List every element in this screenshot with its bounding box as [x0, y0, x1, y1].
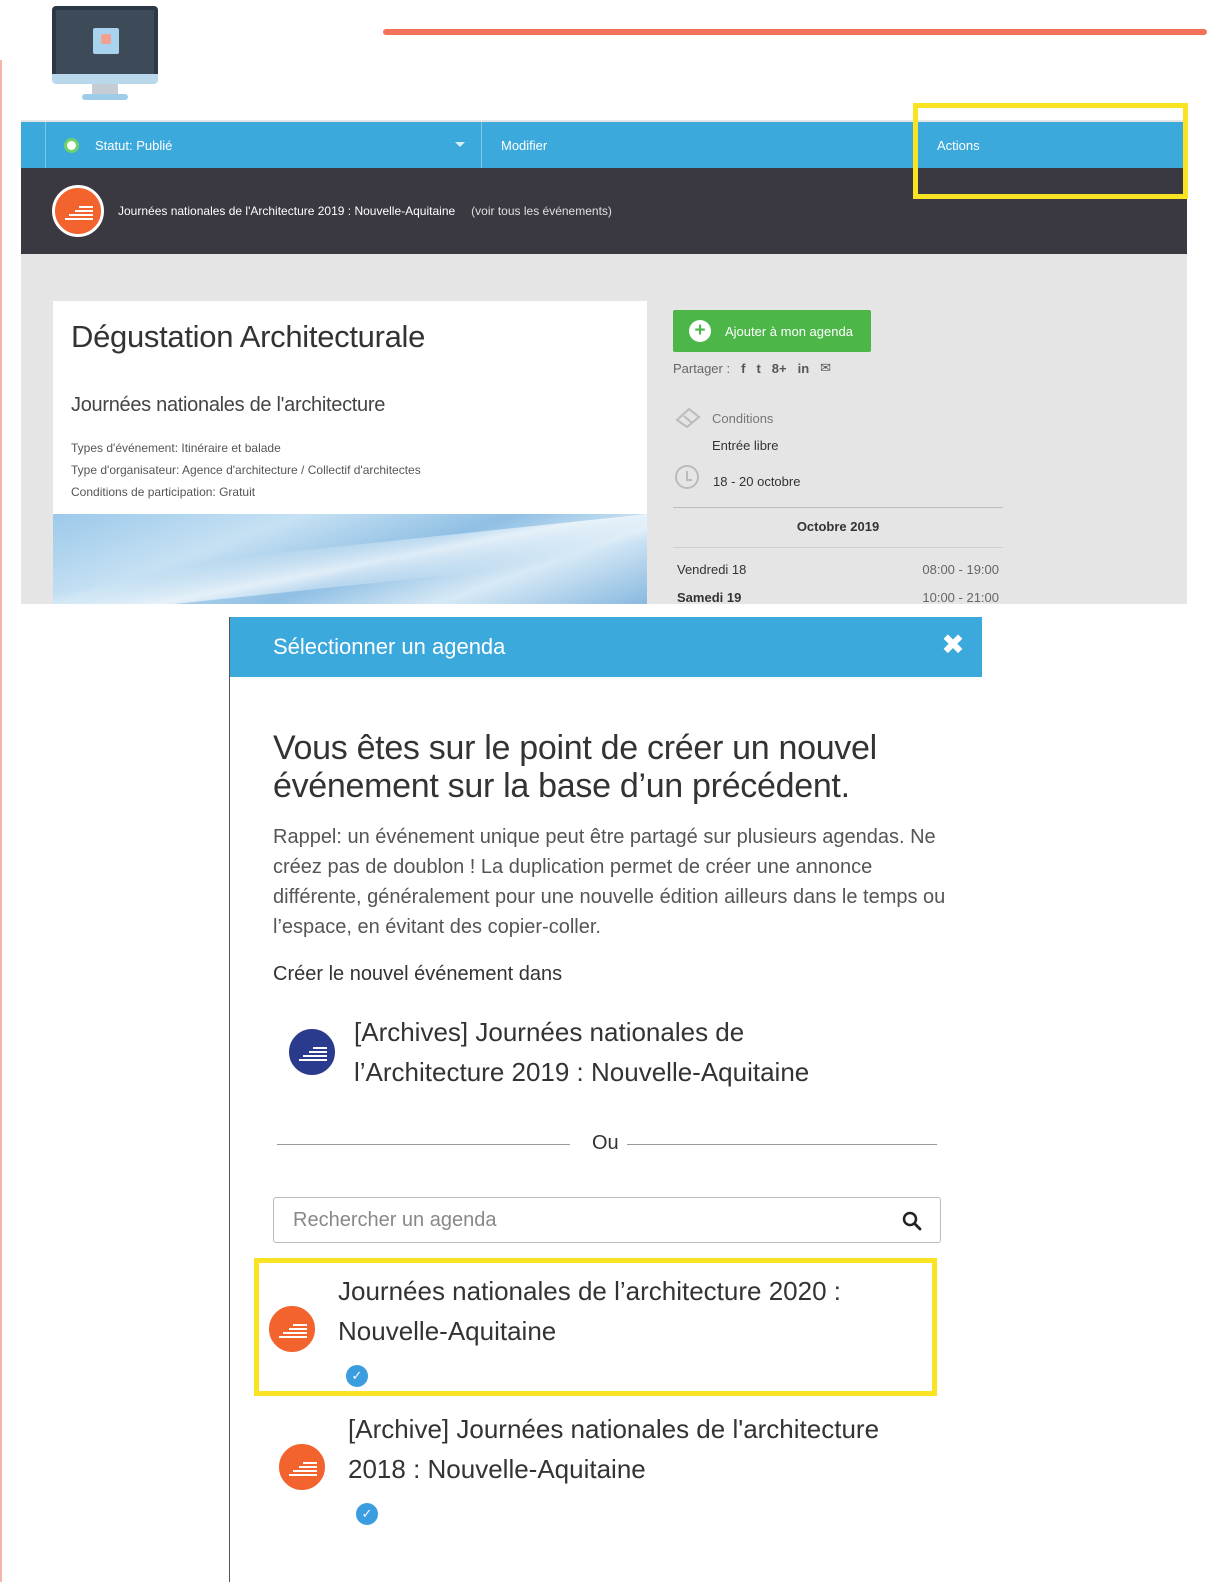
- modal-heading: Vous êtes sur le point de créer un nouve…: [273, 729, 877, 805]
- create-in-label: Créer le nouvel événement dans: [273, 963, 563, 985]
- google-plus-icon[interactable]: 8+: [772, 361, 787, 376]
- agenda-name-line: [Archive] Journées nationales de l'archi…: [348, 1414, 880, 1444]
- divider: [673, 547, 1003, 548]
- conditions-label: Conditions: [712, 411, 774, 426]
- event-subtitle: Journées nationales de l'architecture: [71, 394, 386, 416]
- schedule-time: 10:00 - 21:00: [922, 590, 999, 604]
- event-meta-conditions: Conditions de participation: Gratuit: [71, 485, 256, 499]
- modal-title: Sélectionner un agenda: [273, 634, 506, 659]
- agenda-logo: [286, 1026, 338, 1078]
- status-label: Statut: Publié: [95, 137, 173, 153]
- modify-label: Modifier: [501, 137, 548, 153]
- or-label: Ou: [592, 1132, 619, 1154]
- schedule-day: Vendredi 18: [677, 562, 747, 577]
- event-image: [53, 514, 647, 604]
- schedule-row: Vendredi 18 08:00 - 19:00: [677, 562, 999, 577]
- share-row: Partager : f t 8+ in ✉: [673, 360, 831, 376]
- agenda-search: [273, 1197, 941, 1243]
- add-to-agenda-button[interactable]: + Ajouter à mon agenda: [673, 310, 871, 352]
- agenda-highlight: [254, 1258, 937, 1396]
- see-all-events-link[interactable]: (voir tous les événements): [471, 204, 612, 218]
- verified-icon: ✓: [356, 1503, 378, 1525]
- or-separator: Ou: [277, 1132, 937, 1156]
- linkedin-icon[interactable]: in: [798, 361, 810, 376]
- event-title: Dégustation Architecturale: [71, 319, 426, 354]
- agenda-title-link[interactable]: Journées nationales de l'Architecture 20…: [118, 204, 455, 218]
- conditions-value: Entrée libre: [712, 438, 779, 453]
- select-agenda-modal: Sélectionner un agenda ✖ Vous êtes sur l…: [229, 617, 982, 1582]
- chevron-down-icon: [455, 142, 465, 147]
- current-agenda[interactable]: [Archives] Journées nationales de l’Arch…: [286, 1017, 936, 1100]
- event-meta-organizer: Type d'organisateur: Agence d'architectu…: [71, 463, 421, 477]
- share-label: Partager :: [673, 360, 731, 376]
- agenda-result-item[interactable]: [Archive] Journées nationales de l'archi…: [276, 1411, 936, 1525]
- decorative-bar: [383, 29, 1207, 35]
- actions-highlight: [913, 103, 1188, 199]
- agenda-name-line: 2018 : Nouvelle-Aquitaine: [348, 1454, 646, 1484]
- agenda-name-line: [Archives] Journées nationales de: [354, 1017, 745, 1047]
- event-meta-type: Types d'événement: Itinéraire et balade: [71, 441, 281, 455]
- clock-icon: [675, 465, 699, 489]
- modal-header: Sélectionner un agenda ✖: [230, 617, 982, 677]
- event-card: Dégustation Architecturale Journées nati…: [53, 301, 647, 604]
- plus-icon: +: [689, 320, 711, 342]
- month-heading: Octobre 2019: [796, 519, 880, 534]
- modify-button[interactable]: Modifier: [501, 122, 547, 168]
- search-icon[interactable]: [902, 1211, 922, 1231]
- agenda-name-line: l’Architecture 2019 : Nouvelle-Aquitaine: [354, 1057, 810, 1087]
- email-icon[interactable]: ✉: [820, 360, 831, 376]
- ticket-icon: [675, 408, 701, 428]
- schedule-day: Samedi 19: [677, 590, 742, 604]
- schedule-time: 08:00 - 19:00: [922, 562, 999, 577]
- status-dropdown[interactable]: Statut: Publié: [64, 122, 172, 168]
- facebook-icon[interactable]: f: [741, 361, 745, 376]
- close-icon[interactable]: ✖: [938, 630, 968, 660]
- event-dates: 18 - 20 octobre: [713, 474, 801, 489]
- agenda-logo: [52, 185, 104, 237]
- monitor-icon: [52, 6, 158, 102]
- twitter-icon[interactable]: t: [756, 361, 760, 376]
- schedule-row: Samedi 19 10:00 - 21:00: [677, 590, 999, 604]
- reminder-text: Rappel: un événement unique peut être pa…: [273, 826, 946, 938]
- agenda-logo: [276, 1441, 328, 1493]
- search-input[interactable]: [275, 1199, 875, 1241]
- divider: [673, 507, 1003, 508]
- add-to-agenda-label: Ajouter à mon agenda: [725, 323, 853, 339]
- status-published-icon: [64, 137, 79, 153]
- decorative-line: [0, 60, 2, 1582]
